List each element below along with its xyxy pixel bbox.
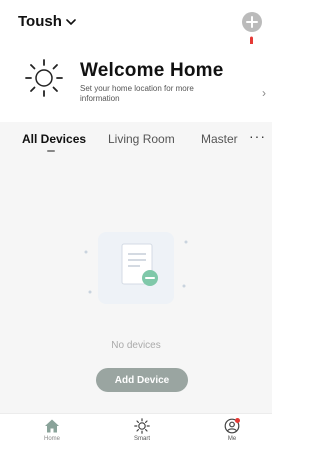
empty-devices-illustration: [84, 232, 188, 304]
home-icon: [45, 419, 59, 433]
nav-label-me: Me: [227, 436, 237, 442]
nav-item-smart[interactable]: Smart: [122, 418, 162, 442]
add-device-button[interactable]: Add Device: [96, 368, 188, 392]
notification-badge: [235, 418, 240, 423]
add-button[interactable]: [242, 12, 262, 32]
tab-living-room[interactable]: Living Room: [108, 132, 175, 146]
welcome-title: Welcome Home: [80, 60, 224, 81]
room-tabs: All Devices Living Room Master ···: [0, 122, 272, 158]
tab-all-devices[interactable]: All Devices: [22, 132, 86, 146]
home-name: Toush: [18, 13, 62, 30]
empty-state-message: No devices: [111, 340, 161, 351]
home-switcher[interactable]: Toush: [18, 13, 76, 30]
tab-master[interactable]: Master: [201, 132, 238, 146]
tab-indicator: [47, 150, 55, 152]
top-bar: Toush: [0, 0, 272, 66]
bottom-nav: Home Smart Me: [0, 413, 272, 456]
sun-icon: [134, 418, 150, 434]
welcome-card[interactable]: Welcome Home Set your home location for …: [0, 44, 272, 122]
app-screen: Toush Welcome Home Set your home locatio…: [0, 0, 272, 456]
sun-icon: [25, 59, 63, 97]
more-tabs-button[interactable]: ···: [249, 128, 266, 144]
chevron-down-icon: [66, 18, 76, 25]
plus-circle-icon: [246, 16, 258, 28]
welcome-subtitle: Set your home location for more informat…: [80, 84, 194, 103]
nav-label-home: Home: [43, 436, 60, 442]
chevron-right-icon: ›: [262, 86, 266, 100]
nav-label-smart: Smart: [133, 436, 150, 442]
nav-item-home[interactable]: Home: [32, 418, 72, 442]
nav-item-me[interactable]: Me: [212, 418, 252, 442]
